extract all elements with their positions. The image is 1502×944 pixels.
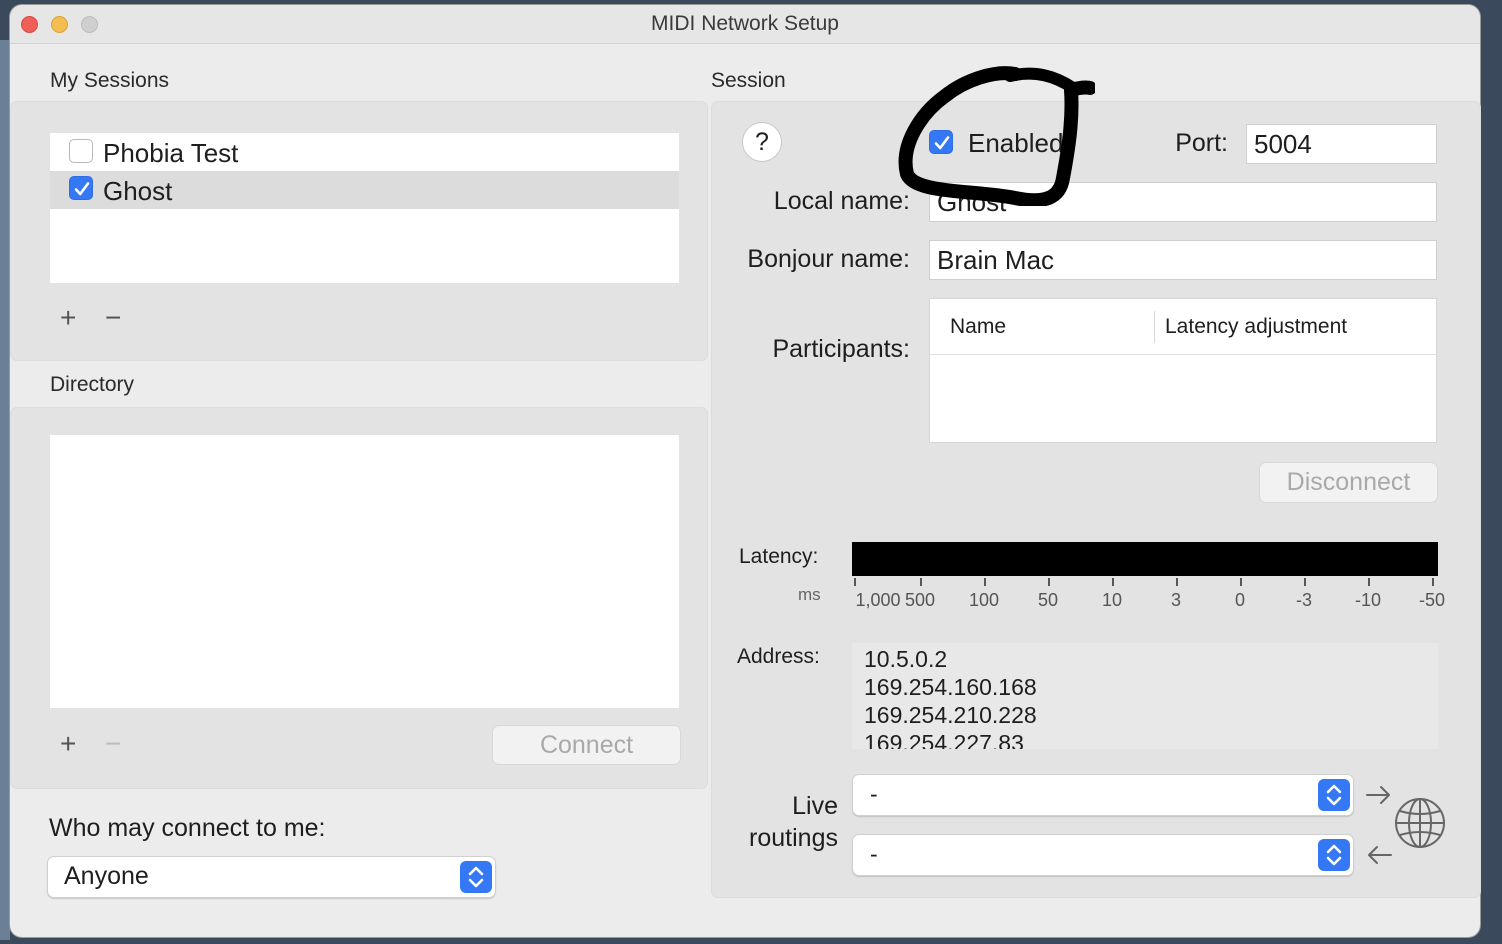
latency-tick — [920, 578, 922, 586]
latency-meter — [852, 542, 1438, 576]
latency-tick — [1112, 578, 1114, 586]
session-name: Phobia Test — [103, 138, 239, 168]
live-routings-label-line1: Live — [792, 792, 838, 820]
latency-tick-label: -50 — [1418, 590, 1445, 610]
routing-in-value: - — [870, 781, 878, 807]
arrow-right-icon — [1365, 783, 1393, 812]
participants-header: Name Latency adjustment — [930, 299, 1436, 355]
address-item: 169.254.160.168 — [864, 674, 1037, 700]
who-may-connect-label: Who may connect to me: — [49, 814, 326, 842]
column-header-name[interactable]: Name — [950, 315, 1006, 339]
address-item: 169.254.227.83 — [864, 730, 1024, 749]
remove-session-button[interactable]: − — [105, 304, 121, 332]
latency-tick — [1432, 578, 1434, 586]
sessions-list: Phobia Test Ghost — [50, 133, 679, 283]
popup-stepper-icon — [1318, 839, 1350, 871]
column-divider — [1154, 311, 1155, 343]
help-icon[interactable]: ? — [742, 122, 782, 162]
address-label: Address: — [737, 645, 820, 668]
latency-tick-label: -3 — [1295, 590, 1312, 610]
routing-out-popup[interactable]: - — [852, 834, 1354, 876]
latency-tick-label: 50 — [1037, 590, 1059, 610]
connect-button[interactable]: Connect — [492, 725, 681, 765]
latency-tick-label: 3 — [1170, 590, 1181, 610]
local-name-label: Local name: — [773, 187, 910, 215]
column-header-latency[interactable]: Latency adjustment — [1165, 315, 1347, 339]
latency-tick-label: 0 — [1234, 590, 1245, 610]
remove-directory-button[interactable]: − — [105, 730, 121, 758]
live-routings-label-line2: routings — [749, 824, 838, 852]
routing-out-value: - — [870, 841, 878, 867]
latency-tick — [1368, 578, 1370, 586]
my-sessions-label: My Sessions — [50, 69, 170, 92]
latency-tick-label: 500 — [904, 590, 936, 610]
session-row-ghost[interactable]: Ghost — [50, 171, 679, 209]
popup-stepper-icon — [460, 861, 492, 893]
annotation-scribble — [895, 66, 1097, 211]
port-field[interactable]: 5004 — [1246, 124, 1437, 164]
latency-label: Latency: — [739, 545, 819, 568]
add-session-button[interactable]: + — [60, 304, 76, 332]
port-label: Port: — [1175, 129, 1228, 157]
bonjour-name-label: Bonjour name: — [747, 245, 910, 273]
participants-label: Participants: — [772, 335, 910, 363]
window-title: MIDI Network Setup — [651, 12, 839, 35]
latency-tick — [1048, 578, 1050, 586]
latency-tick-label: 100 — [968, 590, 1000, 610]
participants-table[interactable]: Name Latency adjustment — [929, 298, 1437, 443]
who-may-connect-value: Anyone — [64, 862, 149, 890]
latency-tick-label: -10 — [1354, 590, 1381, 610]
directory-list[interactable] — [50, 435, 679, 708]
address-item: 169.254.210.228 — [864, 702, 1037, 728]
arrow-left-icon — [1365, 843, 1393, 872]
add-directory-button[interactable]: + — [60, 730, 76, 758]
globe-icon — [1393, 796, 1447, 855]
checkbox-icon[interactable] — [69, 176, 93, 200]
session-label: Session — [711, 69, 786, 92]
popup-stepper-icon — [1318, 779, 1350, 811]
latency-unit: ms — [798, 585, 821, 604]
session-name: Ghost — [103, 176, 173, 206]
latency-tick — [1240, 578, 1242, 586]
directory-label: Directory — [50, 373, 135, 396]
session-row-phobia-test[interactable]: Phobia Test — [50, 133, 679, 171]
latency-tick — [854, 578, 856, 586]
bonjour-name-field[interactable]: Brain Mac — [929, 240, 1437, 280]
latency-tick — [984, 578, 986, 586]
routing-in-popup[interactable]: - — [852, 774, 1354, 816]
latency-tick — [1176, 578, 1178, 586]
latency-tick — [1304, 578, 1306, 586]
desktop-background — [0, 40, 10, 940]
latency-tick-label: 10 — [1101, 590, 1123, 610]
title-bar: MIDI Network Setup — [10, 5, 1480, 44]
session-checkbox[interactable] — [69, 139, 93, 163]
address-item: 10.5.0.2 — [864, 646, 948, 672]
who-may-connect-popup[interactable]: Anyone — [47, 856, 496, 898]
address-list[interactable]: 10.5.0.2 169.254.160.168 169.254.210.228… — [852, 643, 1438, 749]
disconnect-button[interactable]: Disconnect — [1259, 462, 1438, 503]
